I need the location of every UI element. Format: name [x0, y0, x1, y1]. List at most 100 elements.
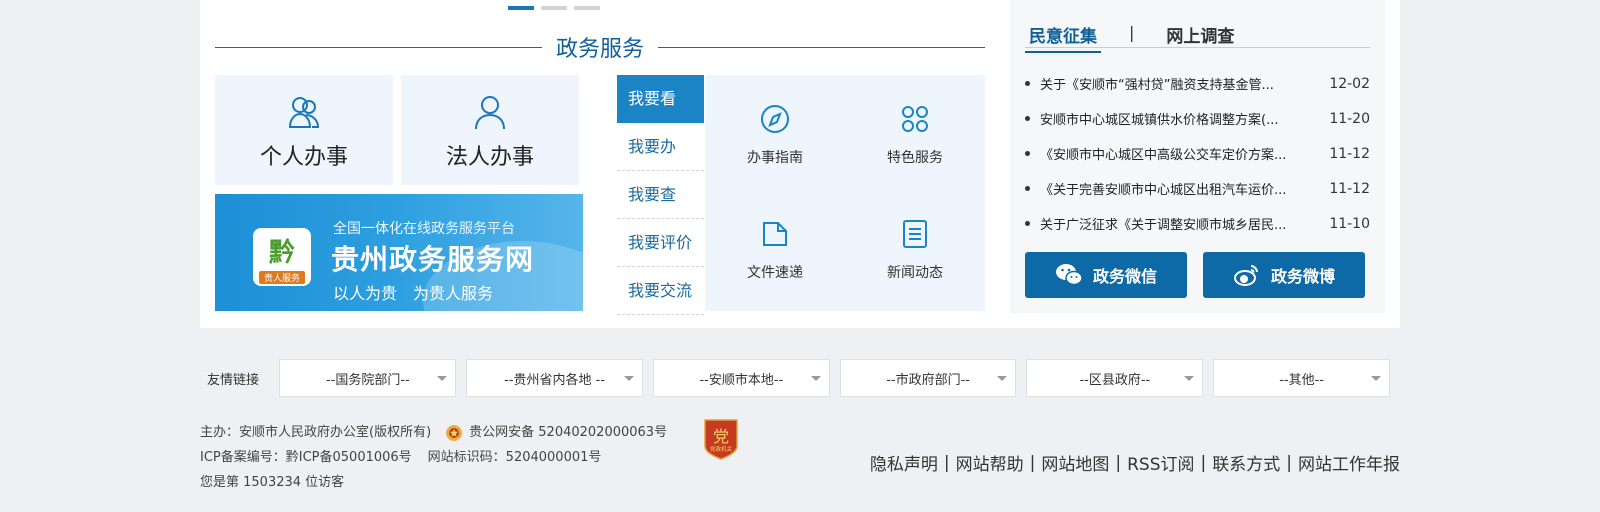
banner-slogan: 以人为贵 为贵人服务 — [333, 284, 494, 303]
tab-evaluate[interactable]: 我要评价 — [617, 219, 704, 267]
carousel-dot[interactable] — [508, 6, 534, 10]
badge-top-text: 党 — [713, 427, 729, 446]
weibo-icon — [1233, 265, 1258, 286]
opinion-panel: 民意征集 | 网上调查 关于《安顺市“强村贷”融资支持基金管... 12-02 … — [1010, 0, 1385, 313]
carousel-dot[interactable] — [574, 6, 600, 10]
select-value: --区县政府-- — [1079, 372, 1151, 388]
list-item-date: 11-12 — [1329, 145, 1370, 162]
chevron-down-icon — [810, 376, 821, 381]
tab-view[interactable]: 我要看 — [617, 75, 704, 123]
list-item[interactable]: 《安顺市中心城区中高级公交车定价方案... 11-12 — [1025, 136, 1370, 171]
select-county-governments[interactable]: --区县政府-- — [1026, 359, 1204, 397]
wechat-label: 政务微信 — [1092, 267, 1157, 286]
gov-weibo-button[interactable]: 政务微博 — [1203, 252, 1365, 298]
tab-query[interactable]: 我要查 — [617, 171, 704, 219]
list-item[interactable]: 关于广泛征求《关于调整安顺市城乡居民... 11-10 — [1025, 206, 1370, 241]
banner-subtitle: 全国一体化在线政务服务平台 — [333, 221, 515, 237]
footer-police-record[interactable]: 贵公网安备 52040202000063号 — [469, 420, 667, 445]
file-express-label: 文件速递 — [747, 265, 803, 281]
list-item[interactable]: 关于《安顺市“强村贷”融资支持基金管... 12-02 — [1025, 66, 1370, 101]
link-separator: | — [1029, 452, 1036, 473]
personal-affairs-tile[interactable]: 个人办事 — [215, 75, 393, 185]
tab-handle[interactable]: 我要办 — [617, 123, 704, 171]
footer-icp[interactable]: ICP备案编号：黔ICP备05001006号 — [200, 445, 412, 470]
list-item-title[interactable]: 《关于完善安顺市中心城区出租汽车运价... — [1040, 179, 1320, 198]
person-icon — [475, 96, 505, 130]
select-value: --其他-- — [1279, 372, 1324, 388]
chevron-down-icon — [623, 376, 634, 381]
tab-opinion-collection[interactable]: 民意征集 — [1025, 20, 1101, 53]
list-item-title[interactable]: 关于广泛征求《关于调整安顺市城乡居民... — [1040, 214, 1320, 233]
friend-links-row: 友情链接 --国务院部门-- --贵州省内各地 -- --安顺市本地-- --市… — [200, 358, 1400, 398]
tab-communicate[interactable]: 我要交流 — [617, 267, 704, 315]
folder-icon — [763, 222, 787, 246]
featured-services-item[interactable]: 特色服务 — [845, 103, 985, 167]
list-item[interactable]: 安顺市中心城区城镇供水价格调整方案(... 11-20 — [1025, 101, 1370, 136]
title-line-right — [658, 46, 986, 48]
gov-services-title: 政务服务 — [556, 37, 645, 62]
list-item-title[interactable]: 安顺市中心城区城镇供水价格调整方案(... — [1040, 109, 1320, 128]
link-help[interactable]: 网站帮助 — [956, 450, 1024, 475]
select-value: --国务院部门-- — [325, 372, 410, 388]
gov-wechat-button[interactable]: 政务微信 — [1025, 252, 1187, 298]
select-value: --贵州省内各地 -- — [504, 372, 606, 388]
tab-separator: | — [1129, 23, 1135, 42]
banner-title: 贵州政务服务网 — [331, 243, 535, 276]
news-updates-item[interactable]: 新闻动态 — [845, 218, 985, 282]
footer-visitor-count: 您是第 1503234 位访客 — [200, 475, 345, 490]
link-contact[interactable]: 联系方式 — [1212, 450, 1280, 475]
news-updates-label: 新闻动态 — [887, 265, 943, 281]
bullet — [1025, 221, 1030, 226]
select-city-departments[interactable]: --市政府部门-- — [839, 359, 1017, 397]
chevron-down-icon — [437, 376, 448, 381]
list-item-title[interactable]: 关于《安顺市“强村贷”融资支持基金管... — [1040, 74, 1320, 93]
link-annual-report[interactable]: 网站工作年报 — [1298, 450, 1400, 475]
featured-services-label: 特色服务 — [887, 150, 943, 166]
party-gov-badge-icon[interactable]: 党 党政机关 — [703, 418, 739, 460]
badge-bottom-text: 党政机关 — [710, 445, 733, 453]
legal-person-affairs-tile[interactable]: 法人办事 — [401, 75, 579, 185]
carousel-dot[interactable] — [541, 6, 567, 10]
service-tabs: 我要看 我要办 我要查 我要评价 我要交流 — [617, 75, 704, 315]
file-express-item[interactable]: 文件速递 — [705, 218, 845, 282]
people-icon — [288, 97, 320, 128]
footer-host: 主办：安顺市人民政府办公室(版权所有) — [200, 425, 432, 440]
footer-site-id: 网站标识码：5204000001号 — [427, 450, 602, 465]
link-separator: | — [1286, 452, 1292, 473]
guizhou-service-banner[interactable]: 黔 贵人服务 全国一体化在线政务服务平台 贵州政务服务网 以人为贵 为贵人服务 — [215, 194, 583, 311]
list-item-date: 11-20 — [1329, 110, 1370, 127]
title-line-left — [215, 46, 542, 48]
chevron-down-icon — [1184, 376, 1195, 381]
friend-links-label: 友情链接 — [207, 372, 260, 388]
chevron-down-icon — [997, 376, 1008, 381]
carousel-indicators — [508, 6, 600, 10]
select-anshun-local[interactable]: --安顺市本地-- — [652, 359, 830, 397]
logo-sub: 贵人服务 — [259, 271, 305, 284]
bullet — [1025, 81, 1030, 86]
link-separator: | — [1115, 452, 1122, 473]
guizhou-logo: 黔 贵人服务 — [253, 228, 311, 286]
list-item-date: 11-10 — [1329, 215, 1370, 232]
link-rss[interactable]: RSS订阅 — [1127, 450, 1194, 475]
weibo-label: 政务微博 — [1270, 267, 1335, 286]
service-panel: 办事指南 特色服务 文件速递 新闻动态 — [705, 75, 985, 311]
link-sitemap[interactable]: 网站地图 — [1041, 450, 1109, 475]
opinion-list: 关于《安顺市“强村贷”融资支持基金管... 12-02 安顺市中心城区城镇供水价… — [1025, 66, 1370, 241]
document-icon — [903, 220, 927, 248]
select-state-council[interactable]: --国务院部门-- — [279, 359, 457, 397]
select-value: --市政府部门-- — [886, 372, 970, 388]
compass-icon — [761, 105, 789, 133]
link-privacy[interactable]: 隐私声明 — [870, 450, 938, 475]
select-guizhou-regions[interactable]: --贵州省内各地 -- — [466, 359, 643, 397]
chevron-down-icon — [1370, 376, 1381, 381]
list-item-date: 11-12 — [1329, 180, 1370, 197]
tab-online-survey[interactable]: 网上调查 — [1162, 20, 1238, 51]
list-item-title[interactable]: 《安顺市中心城区中高级公交车定价方案... — [1040, 144, 1320, 163]
select-value: --安顺市本地-- — [699, 372, 784, 388]
personal-affairs-label: 个人办事 — [259, 145, 348, 170]
service-guide-item[interactable]: 办事指南 — [705, 103, 845, 167]
select-others[interactable]: --其他-- — [1213, 359, 1390, 397]
bullet — [1025, 151, 1030, 156]
list-item[interactable]: 《关于完善安顺市中心城区出租汽车运价... 11-12 — [1025, 171, 1370, 206]
link-separator: | — [943, 452, 950, 473]
